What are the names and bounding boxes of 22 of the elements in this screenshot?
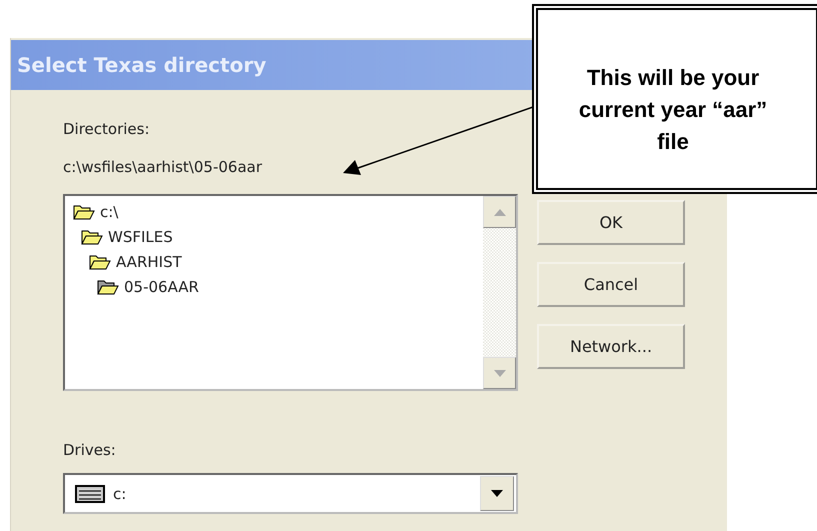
directory-path: c:\wsfiles\aarhist\05-06aar (63, 158, 263, 176)
drive-value: c: (113, 484, 128, 502)
scroll-up-icon (494, 208, 506, 216)
folder-icon (97, 278, 119, 296)
directories-label: Directories: (63, 120, 151, 138)
dialog-button[interactable]: Network... (537, 324, 685, 369)
directory-list[interactable]: c:\ WSFILES AARHIST 05-06AAR (63, 194, 518, 391)
scroll-down-icon (494, 370, 506, 376)
drives-label: Drives: (63, 441, 117, 459)
dialog-button[interactable]: Cancel (537, 262, 685, 307)
folder-icon (81, 228, 103, 246)
drive-icon (75, 484, 105, 502)
folder-item[interactable]: WSFILES (108, 228, 173, 246)
folder-icon (89, 252, 111, 270)
scrollbar[interactable] (483, 196, 516, 389)
dialog-button[interactable]: OK (537, 200, 685, 245)
folder-item[interactable]: 05-06AAR (124, 278, 199, 296)
folder-item[interactable]: c:\ (100, 202, 118, 220)
drives-dropdown[interactable]: c: (63, 473, 518, 514)
folder-icon (73, 202, 95, 220)
folder-item[interactable]: AARHIST (116, 252, 182, 270)
caret-icon (491, 490, 503, 497)
